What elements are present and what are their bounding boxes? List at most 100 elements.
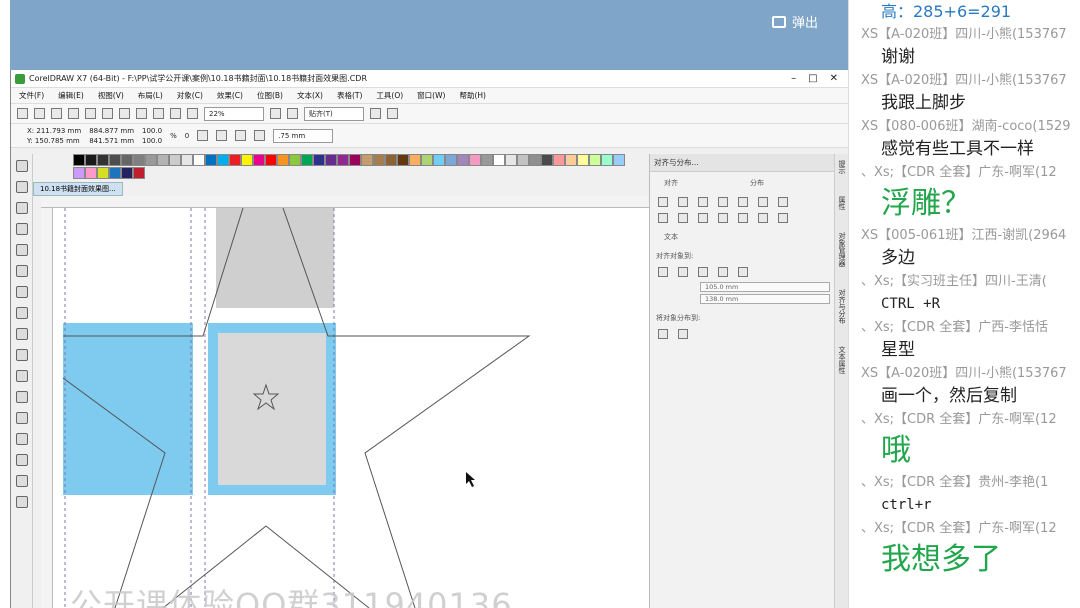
smart-fill-icon[interactable] (15, 496, 28, 508)
y-point-field[interactable]: 138.0 mm (700, 294, 830, 304)
rulers-icon[interactable] (287, 108, 298, 119)
text-tool-icon[interactable] (15, 349, 28, 361)
distribute-top-icon[interactable] (718, 213, 728, 223)
menu-bitmaps[interactable]: 位图(B) (257, 90, 283, 101)
open-icon[interactable] (34, 108, 45, 119)
page-extent-icon[interactable] (678, 329, 688, 339)
position-fields[interactable]: X: 211.793 mm Y: 150.785 mm (27, 126, 81, 146)
palette-swatch[interactable] (253, 154, 265, 166)
transparency-icon[interactable] (15, 433, 28, 445)
palette-swatch[interactable] (73, 154, 85, 166)
undo-icon[interactable] (136, 108, 147, 119)
import-icon[interactable] (170, 108, 181, 119)
paste-icon[interactable] (119, 108, 130, 119)
interactive-fill-icon[interactable] (15, 475, 28, 487)
palette-swatch[interactable] (361, 154, 373, 166)
palette-swatch[interactable] (133, 154, 145, 166)
polygon-tool-icon[interactable] (15, 328, 28, 340)
palette-swatch[interactable] (169, 154, 181, 166)
palette-swatch[interactable] (301, 154, 313, 166)
menu-object[interactable]: 对象(C) (177, 90, 203, 101)
size-fields[interactable]: 884.877 mm 841.571 mm (89, 126, 134, 146)
align-center-h-icon[interactable] (678, 197, 688, 207)
page-edge-icon[interactable] (678, 267, 688, 277)
palette-swatch[interactable] (613, 154, 625, 166)
palette-swatch[interactable] (565, 154, 577, 166)
tab-align-distribute[interactable]: 对齐与分布 (837, 289, 847, 324)
horizontal-ruler[interactable] (41, 196, 649, 208)
crop-tool-icon[interactable] (15, 202, 28, 214)
palette-swatch[interactable] (217, 154, 229, 166)
palette-swatch[interactable] (277, 154, 289, 166)
menu-window[interactable]: 窗口(W) (417, 90, 445, 101)
distribute-bottom-icon[interactable] (778, 213, 788, 223)
rotation-field[interactable]: 0 (185, 132, 189, 140)
palette-swatch[interactable] (385, 154, 397, 166)
palette-swatch[interactable] (409, 154, 421, 166)
distribute-middle-icon[interactable] (738, 213, 748, 223)
palette-swatch[interactable] (421, 154, 433, 166)
palette-swatch[interactable] (349, 154, 361, 166)
weld-icon[interactable] (254, 130, 266, 141)
palette-swatch[interactable] (97, 154, 109, 166)
palette-swatch[interactable] (109, 154, 121, 166)
tab-properties[interactable]: 属性 (837, 196, 847, 210)
menu-view[interactable]: 视图(V) (98, 90, 124, 101)
shape-tool-icon[interactable] (15, 181, 28, 193)
palette-swatch[interactable] (85, 167, 97, 179)
palette-swatch[interactable] (181, 154, 193, 166)
maximize-icon[interactable]: □ (808, 73, 817, 84)
drop-shadow-icon[interactable] (15, 412, 28, 424)
palette-swatch[interactable] (85, 154, 97, 166)
palette-swatch[interactable] (289, 154, 301, 166)
color-palette[interactable] (73, 154, 633, 180)
palette-swatch[interactable] (397, 154, 409, 166)
palette-swatch[interactable] (589, 154, 601, 166)
ellipse-tool-icon[interactable] (15, 307, 28, 319)
palette-swatch[interactable] (97, 167, 109, 179)
mirror-icon[interactable] (197, 130, 209, 141)
menu-help[interactable]: 帮助(H) (459, 90, 486, 101)
y-position[interactable]: Y: 150.785 mm (27, 136, 81, 146)
palette-swatch[interactable] (157, 154, 169, 166)
menu-edit[interactable]: 编辑(E) (58, 90, 84, 101)
menu-tools[interactable]: 工具(O) (376, 90, 403, 101)
tab-hints[interactable]: 提示 (837, 160, 847, 174)
outline-width[interactable]: .75 mm (273, 128, 334, 143)
x-position[interactable]: X: 211.793 mm (27, 126, 81, 136)
combine-icon[interactable] (235, 130, 247, 141)
menu-file[interactable]: 文件(F) (19, 90, 44, 101)
options-icon[interactable] (370, 108, 381, 119)
artistic-media-icon[interactable] (15, 265, 28, 277)
tab-object-manager[interactable]: 对象管理器 (837, 232, 847, 267)
menu-table[interactable]: 表格(T) (337, 90, 362, 101)
print-icon[interactable] (68, 108, 79, 119)
palette-swatch[interactable] (517, 154, 529, 166)
palette-swatch[interactable] (601, 154, 613, 166)
export-icon[interactable] (187, 108, 198, 119)
palette-swatch[interactable] (73, 167, 85, 179)
distribute-center-icon[interactable] (738, 197, 748, 207)
align-left-icon[interactable] (658, 197, 668, 207)
scale-y[interactable]: 100.0 (142, 136, 162, 146)
parallel-dimension-icon[interactable] (15, 370, 28, 382)
palette-swatch[interactable] (553, 154, 565, 166)
menu-layout[interactable]: 布局(L) (138, 90, 163, 101)
x-point-field[interactable]: 105.0 mm (700, 282, 830, 292)
pick-tool-icon[interactable] (15, 160, 28, 172)
cut-icon[interactable] (85, 108, 96, 119)
palette-swatch[interactable] (445, 154, 457, 166)
minimize-icon[interactable]: – (791, 73, 796, 84)
redo-icon[interactable] (153, 108, 164, 119)
drawing-canvas[interactable] (53, 208, 649, 608)
align-right-icon[interactable] (698, 197, 708, 207)
active-objects-icon[interactable] (658, 267, 668, 277)
new-icon[interactable] (17, 108, 28, 119)
palette-swatch[interactable] (529, 154, 541, 166)
palette-swatch[interactable] (193, 154, 205, 166)
palette-swatch[interactable] (493, 154, 505, 166)
palette-swatch[interactable] (313, 154, 325, 166)
align-bottom-icon[interactable] (698, 213, 708, 223)
page-center-icon[interactable] (698, 267, 708, 277)
vertical-ruler[interactable] (41, 208, 53, 608)
